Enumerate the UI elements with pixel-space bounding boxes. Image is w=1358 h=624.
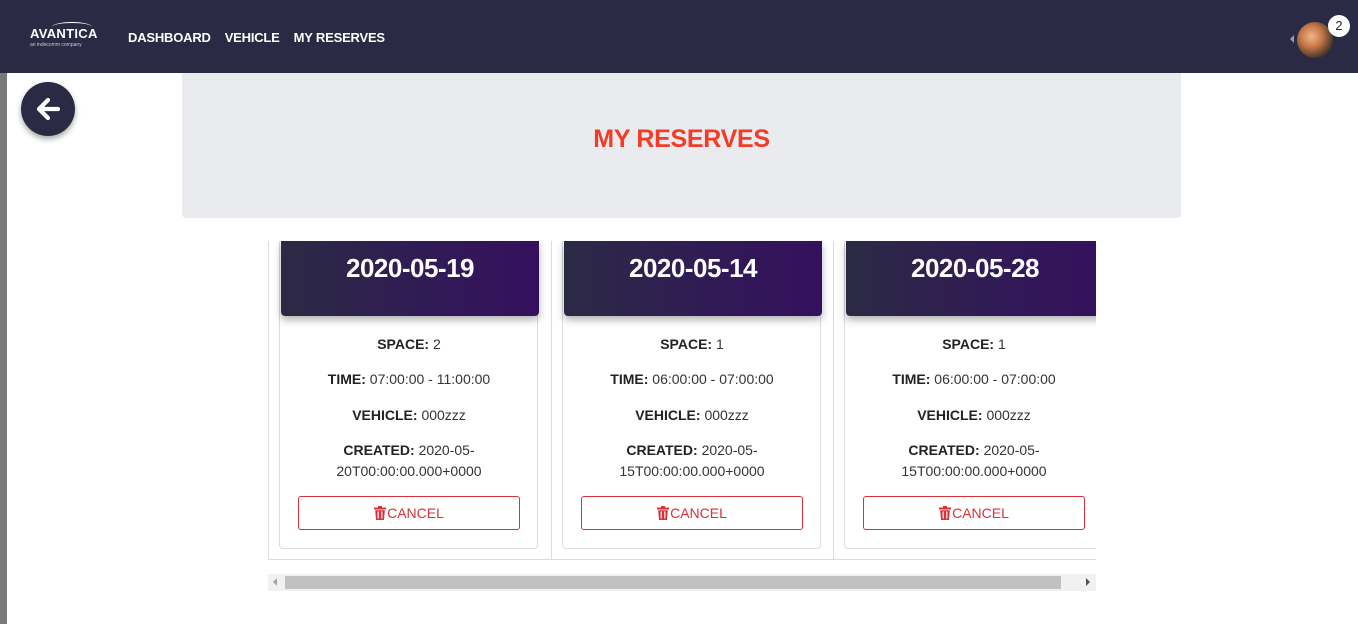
created-label: CREATED: [343, 442, 415, 458]
cancel-label: CANCEL [387, 505, 444, 521]
reserve-column: 2020-05-19 SPACE: 2 TIME: 07:00:00 - 11:… [269, 241, 551, 559]
space-label: SPACE: [660, 336, 713, 352]
created-value-line2: 15T00:00:00.000+0000 [901, 463, 1047, 479]
reserve-space: SPACE: 1 [571, 334, 813, 355]
horizontal-scrollbar[interactable] [268, 574, 1096, 591]
window-edge [0, 68, 7, 624]
scroll-right-icon[interactable] [1086, 578, 1090, 586]
reserves-carousel[interactable]: 2020-05-19 SPACE: 2 TIME: 07:00:00 - 11:… [268, 241, 1096, 560]
reserve-created: CREATED: 2020-05- 15T00:00:00.000+0000 [571, 440, 813, 482]
reserve-vehicle: VEHICLE: 000zzz [853, 405, 1095, 426]
reserve-vehicle: VEHICLE: 000zzz [571, 405, 813, 426]
reserve-space: SPACE: 1 [853, 334, 1095, 355]
reserve-time: TIME: 06:00:00 - 07:00:00 [853, 369, 1095, 390]
space-value: 1 [715, 336, 724, 352]
vehicle-value: 000zzz [704, 407, 749, 423]
scroll-left-icon[interactable] [273, 578, 277, 586]
reserve-vehicle: VEHICLE: 000zzz [288, 405, 530, 426]
reserve-created: CREATED: 2020-05- 15T00:00:00.000+0000 [853, 440, 1095, 482]
created-value-line1: 2020-05- [701, 442, 758, 458]
reserve-card: 2020-05-19 SPACE: 2 TIME: 07:00:00 - 11:… [279, 241, 539, 549]
time-label: TIME: [610, 371, 649, 387]
reserve-time: TIME: 06:00:00 - 07:00:00 [571, 369, 813, 390]
reserve-date: 2020-05-28 [911, 253, 1040, 283]
trash-icon [374, 506, 387, 520]
logo-tagline: an indecomm company [30, 42, 82, 48]
reserve-card-header: 2020-05-19 [281, 241, 539, 316]
reserve-date: 2020-05-19 [346, 253, 475, 283]
nav-my-reserves[interactable]: MY RESERVES [294, 30, 385, 45]
reserve-card: 2020-05-14 SPACE: 1 TIME: 06:00:00 - 07:… [562, 241, 822, 549]
time-value: 07:00:00 - 11:00:00 [369, 371, 491, 387]
caret-left-icon[interactable] [1290, 35, 1294, 43]
time-label: TIME: [327, 371, 366, 387]
created-label: CREATED: [908, 442, 980, 458]
space-value: 2 [432, 336, 441, 352]
vehicle-label: VEHICLE: [635, 407, 701, 423]
back-button[interactable] [21, 82, 75, 136]
cancel-label: CANCEL [670, 505, 727, 521]
notification-badge: 2 [1328, 15, 1350, 37]
created-value-line2: 15T00:00:00.000+0000 [619, 463, 765, 479]
created-value-line2: 20T00:00:00.000+0000 [336, 463, 482, 479]
reserve-column: 2020-05-14 SPACE: 1 TIME: 06:00:00 - 07:… [551, 241, 833, 559]
vehicle-label: VEHICLE: [352, 407, 418, 423]
time-value: 06:00:00 - 07:00:00 [652, 371, 774, 387]
reserve-card: 2020-05-28 SPACE: 1 TIME: 06:00:00 - 07:… [844, 241, 1096, 549]
cancel-button[interactable]: CANCEL [581, 496, 803, 530]
cancel-button[interactable]: CANCEL [298, 496, 520, 530]
avantica-logo[interactable]: AVANTICA an indecomm company [30, 22, 102, 52]
page-title: MY RESERVES [593, 125, 770, 153]
reserve-column: 2020-05-28 SPACE: 1 TIME: 06:00:00 - 07:… [833, 241, 1096, 559]
title-banner: MY RESERVES [182, 73, 1181, 218]
space-label: SPACE: [377, 336, 430, 352]
reserve-space: SPACE: 2 [288, 334, 530, 355]
cancel-label: CANCEL [952, 505, 1009, 521]
created-label: CREATED: [626, 442, 698, 458]
trash-icon [939, 506, 952, 520]
reserve-time: TIME: 07:00:00 - 11:00:00 [288, 369, 530, 390]
arrow-left-icon [36, 97, 61, 121]
reserve-date: 2020-05-14 [629, 253, 758, 283]
nav-dashboard[interactable]: DASHBOARD [128, 30, 211, 45]
space-label: SPACE: [942, 336, 995, 352]
time-value: 06:00:00 - 07:00:00 [934, 371, 1056, 387]
reserve-card-header: 2020-05-28 [846, 241, 1096, 316]
logo-text: AVANTICA [30, 26, 98, 41]
vehicle-value: 000zzz [421, 407, 466, 423]
nav-vehicle[interactable]: VEHICLE [225, 30, 280, 45]
created-value-line1: 2020-05- [418, 442, 475, 458]
main-nav: DASHBOARD VEHICLE MY RESERVES [128, 30, 385, 45]
time-label: TIME: [892, 371, 931, 387]
navbar: AVANTICA an indecomm company DASHBOARD V… [0, 0, 1358, 73]
vehicle-label: VEHICLE: [917, 407, 983, 423]
reserve-card-header: 2020-05-14 [564, 241, 822, 316]
space-value: 1 [997, 336, 1006, 352]
cancel-button[interactable]: CANCEL [863, 496, 1085, 530]
created-value-line1: 2020-05- [983, 442, 1040, 458]
vehicle-value: 000zzz [986, 407, 1031, 423]
trash-icon [657, 506, 670, 520]
reserve-created: CREATED: 2020-05- 20T00:00:00.000+0000 [288, 440, 530, 482]
scrollbar-thumb[interactable] [285, 576, 1061, 589]
